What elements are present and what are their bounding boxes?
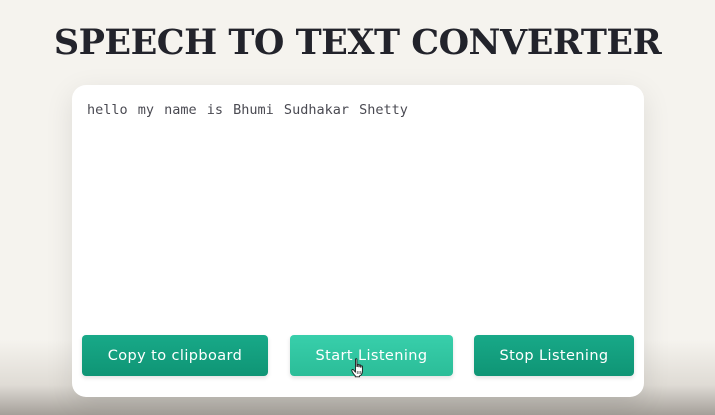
transcript-card: hello my name is Bhumi Sudhakar Shetty C… [72,85,644,397]
stop-listening-button[interactable]: Stop Listening [474,335,634,376]
page-title: SPEECH TO TEXT CONVERTER [53,22,662,63]
copy-to-clipboard-button[interactable]: Copy to clipboard [82,335,268,376]
transcript-textarea[interactable]: hello my name is Bhumi Sudhakar Shetty [87,102,627,302]
start-listening-button[interactable]: Start Listening [290,335,453,376]
hand-pointer-icon [351,358,363,378]
